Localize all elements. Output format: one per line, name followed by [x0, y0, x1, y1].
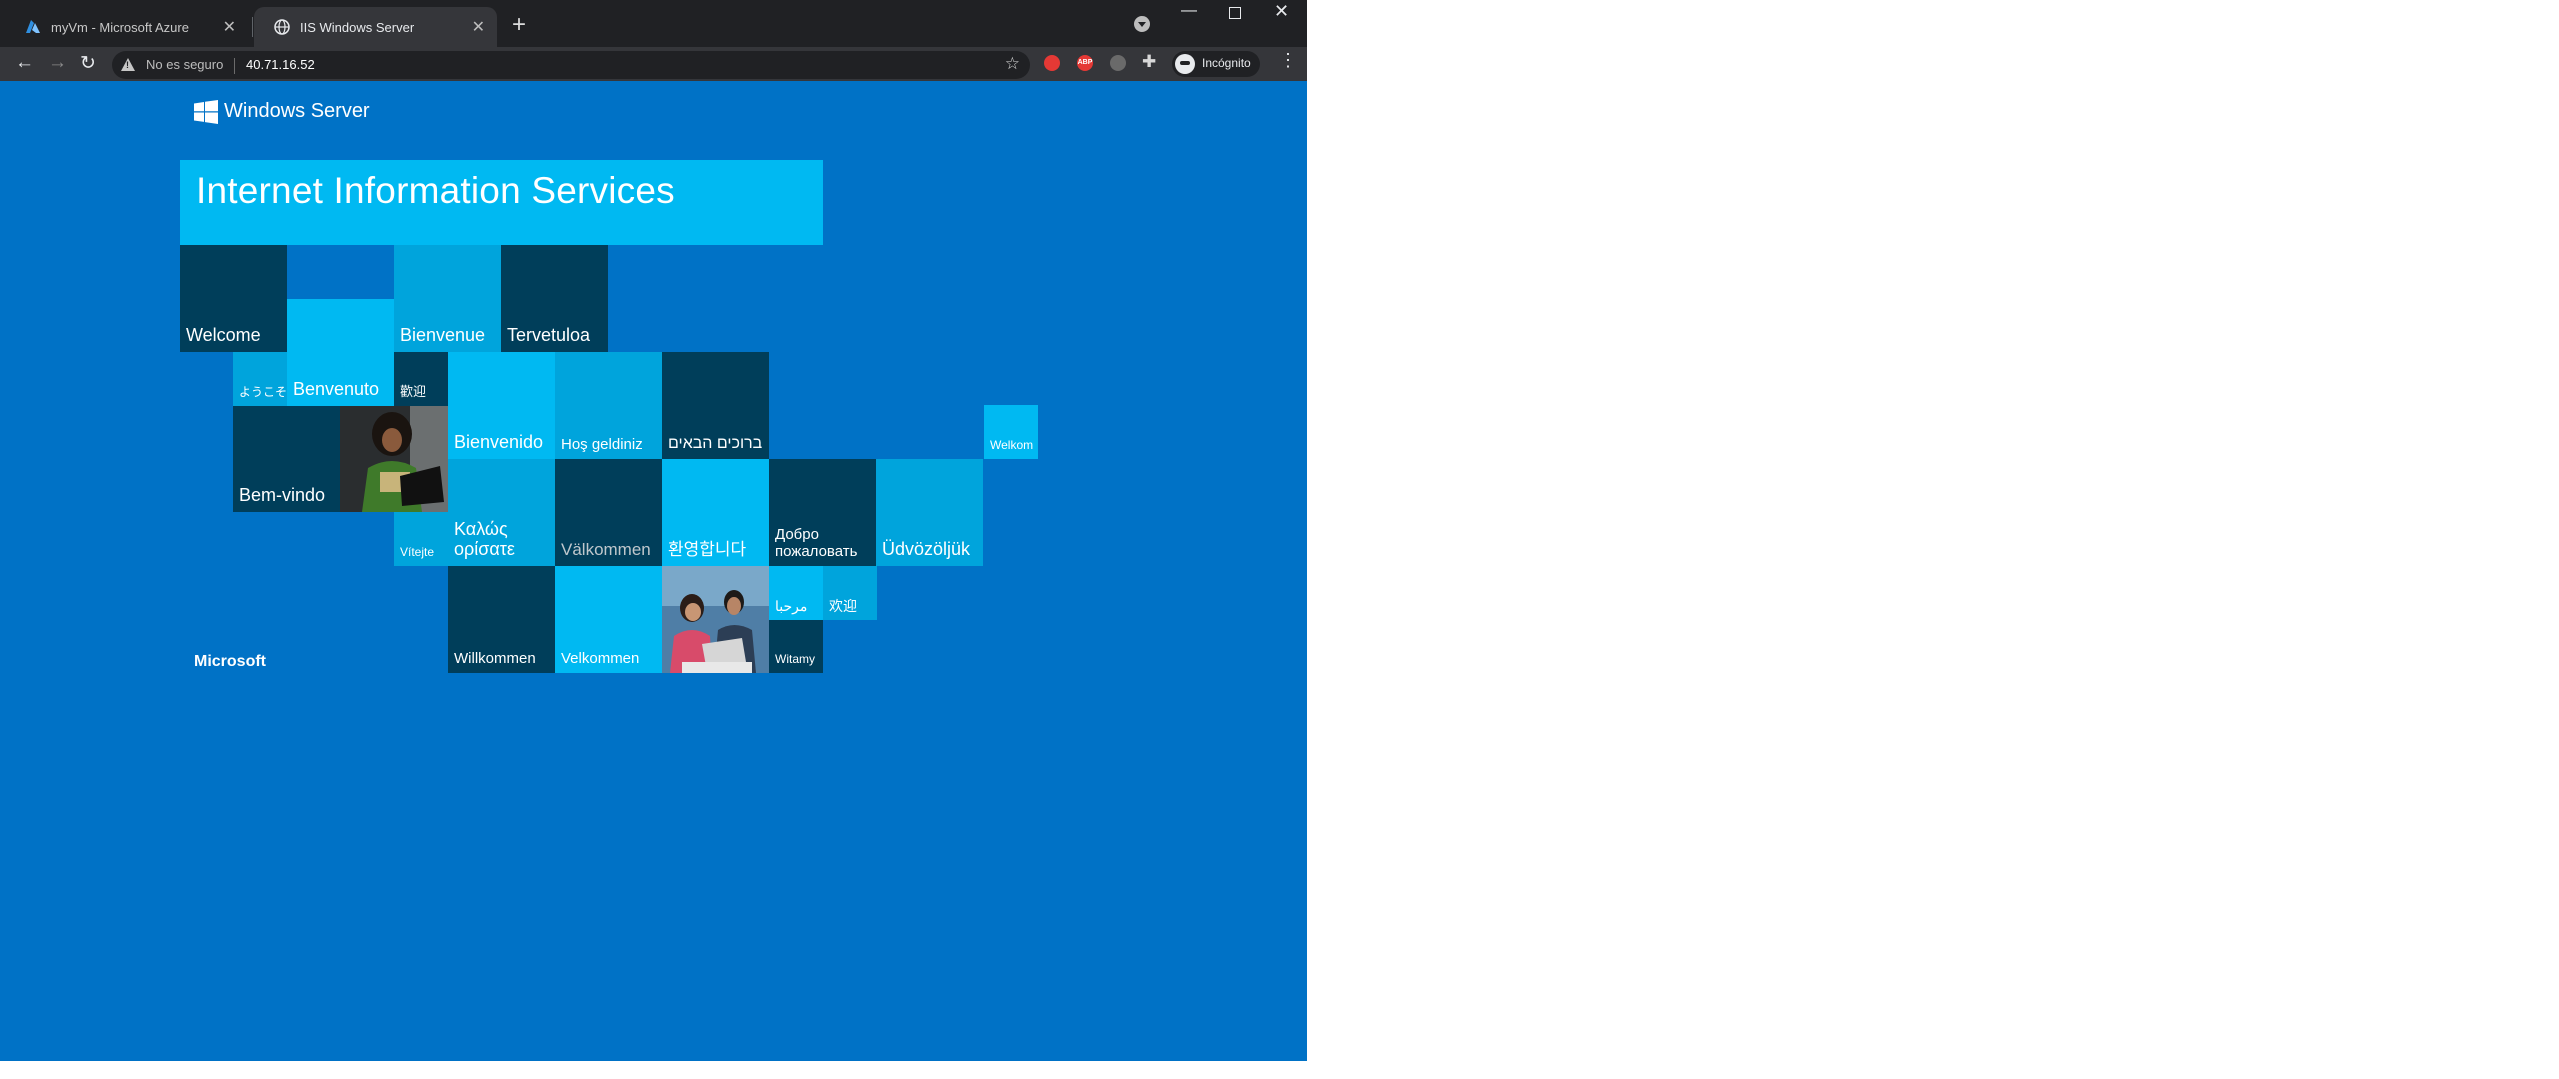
tile-label: Tervetuloa	[507, 325, 591, 346]
tile-label: Bienvenue	[400, 325, 486, 346]
url-divider	[234, 58, 235, 74]
tile-russian: Добро пожаловать	[769, 459, 876, 566]
tile-label-line: ορίσατε	[454, 539, 515, 560]
reload-icon[interactable]: ↻	[80, 52, 96, 75]
azure-icon	[26, 20, 40, 33]
browser-window: myVm - Microsoft Azure ✕ IIS Windows Ser…	[0, 0, 1307, 1061]
tile-label: ようこそ	[239, 385, 288, 400]
tile-udvozoljuk: Üdvözöljük	[876, 459, 983, 566]
tile-willkommen: Willkommen	[448, 566, 555, 673]
incognito-label: Incógnito	[1202, 56, 1251, 70]
page-title: Internet Information Services	[196, 170, 675, 211]
incognito-badge[interactable]: Incógnito	[1172, 51, 1260, 77]
menu-dots-icon[interactable]: ⋮	[1279, 50, 1297, 71]
tile-label: Bienvenido	[454, 432, 544, 453]
tile-label: Vítejte	[400, 545, 435, 560]
tile-bienvenue: Bienvenue	[394, 245, 501, 352]
security-label[interactable]: No es seguro	[146, 57, 223, 72]
tile-label: ברוכים הבאים	[668, 434, 763, 452]
tab-title: myVm - Microsoft Azure	[51, 20, 189, 35]
photo-person-laptop	[340, 406, 448, 512]
tab-strip: myVm - Microsoft Azure ✕ IIS Windows Ser…	[0, 0, 1307, 47]
iis-banner: Internet Information Services	[180, 160, 823, 245]
tab-search-icon[interactable]	[1134, 16, 1150, 32]
tile-vitejte: Vítejte	[394, 512, 448, 566]
tile-label: Bem-vindo	[239, 485, 326, 506]
close-tab-icon[interactable]: ✕	[223, 17, 236, 37]
tile-velkommen: Velkommen	[555, 566, 662, 673]
close-tab-icon[interactable]: ✕	[472, 17, 485, 37]
close-window-icon[interactable]: ✕	[1274, 1, 1289, 22]
tile-label: Welcome	[186, 325, 261, 346]
extension-gray-icon[interactable]	[1110, 55, 1126, 71]
adblock-icon[interactable]: ABP	[1077, 55, 1093, 71]
tile-label: 환영합니다	[668, 540, 747, 560]
minimize-icon[interactable]: —	[1181, 2, 1197, 20]
url-text[interactable]: 40.71.16.52	[246, 57, 315, 72]
warning-icon[interactable]	[121, 58, 135, 71]
tab-iis[interactable]: IIS Windows Server ✕	[254, 7, 497, 47]
tile-benvenuto: Benvenuto	[287, 352, 394, 406]
tile-label: Benvenuto	[293, 379, 380, 400]
tile-greek: Καλώς ορίσατε	[448, 459, 555, 566]
tile-korean: 환영합니다	[662, 459, 769, 566]
tab-separator	[252, 17, 253, 37]
tile-welcome: Welcome	[180, 245, 287, 352]
star-icon[interactable]: ☆	[1005, 54, 1020, 74]
tile-arabic: مرحبا	[769, 566, 823, 620]
photo-couple-laptop	[662, 566, 769, 673]
maximize-icon[interactable]	[1229, 7, 1241, 19]
photo-image	[662, 566, 769, 673]
globe-icon	[274, 19, 290, 35]
new-tab-button[interactable]: +	[512, 11, 526, 39]
tile-hebrew: ברוכים הבאים	[662, 352, 769, 459]
tile-label-line: Добро	[775, 525, 819, 543]
tile-valkommen: Välkommen	[555, 459, 662, 566]
tab-azure[interactable]: myVm - Microsoft Azure ✕	[5, 7, 248, 47]
tile-welkom: Welkom	[984, 405, 1038, 459]
tile-huanying: 欢迎	[823, 566, 877, 620]
forward-arrow-icon[interactable]: →	[48, 52, 67, 74]
tile-bem-vindo: Bem-vindo	[233, 406, 340, 512]
incognito-icon	[1175, 54, 1195, 74]
tile-label: 歡迎	[400, 384, 427, 400]
tile-kangei: 歡迎	[394, 352, 448, 406]
tile-label-line: пожаловать	[775, 542, 858, 560]
back-arrow-icon[interactable]: ←	[15, 52, 34, 74]
extension-hand-icon[interactable]	[1044, 55, 1060, 71]
tile-label: Welkom	[990, 438, 1034, 453]
tile-label: 欢迎	[829, 597, 857, 614]
tile-witamy: Witamy	[769, 620, 823, 673]
tile-youkoso: ようこそ	[233, 352, 287, 406]
windows-server-title: Windows Server	[224, 100, 370, 122]
tile-label: مرحبا	[775, 597, 808, 614]
tab-title: IIS Windows Server	[300, 20, 415, 35]
address-bar[interactable]: No es seguro 40.71.16.52 ☆	[112, 51, 1030, 79]
tile-label: Witamy	[775, 652, 815, 667]
extensions-icon[interactable]: ✚	[1142, 52, 1156, 72]
tile-label: Välkommen	[561, 540, 651, 560]
tile-tervetuloa: Tervetuloa	[501, 245, 608, 352]
tile-label: Добро пожаловать	[775, 526, 857, 561]
tile-bienvenido: Bienvenido	[448, 352, 555, 459]
microsoft-footer[interactable]: Microsoft	[194, 653, 266, 671]
windows-logo-icon	[194, 100, 218, 124]
tile-label: Üdvözöljük	[882, 539, 971, 560]
tile-label: Hoş geldiniz	[561, 435, 643, 453]
tile-label: Velkommen	[561, 649, 640, 667]
tile-label: Καλώς ορίσατε	[454, 519, 515, 560]
iis-page: Windows Server Internet Information Serv…	[0, 81, 1307, 1061]
tile-filler	[287, 299, 394, 352]
tile-hos-geldiniz: Hoş geldiniz	[555, 352, 662, 459]
tile-label-line: Καλώς	[454, 518, 508, 539]
photo-image	[340, 406, 448, 512]
tile-label: Willkommen	[454, 649, 536, 667]
